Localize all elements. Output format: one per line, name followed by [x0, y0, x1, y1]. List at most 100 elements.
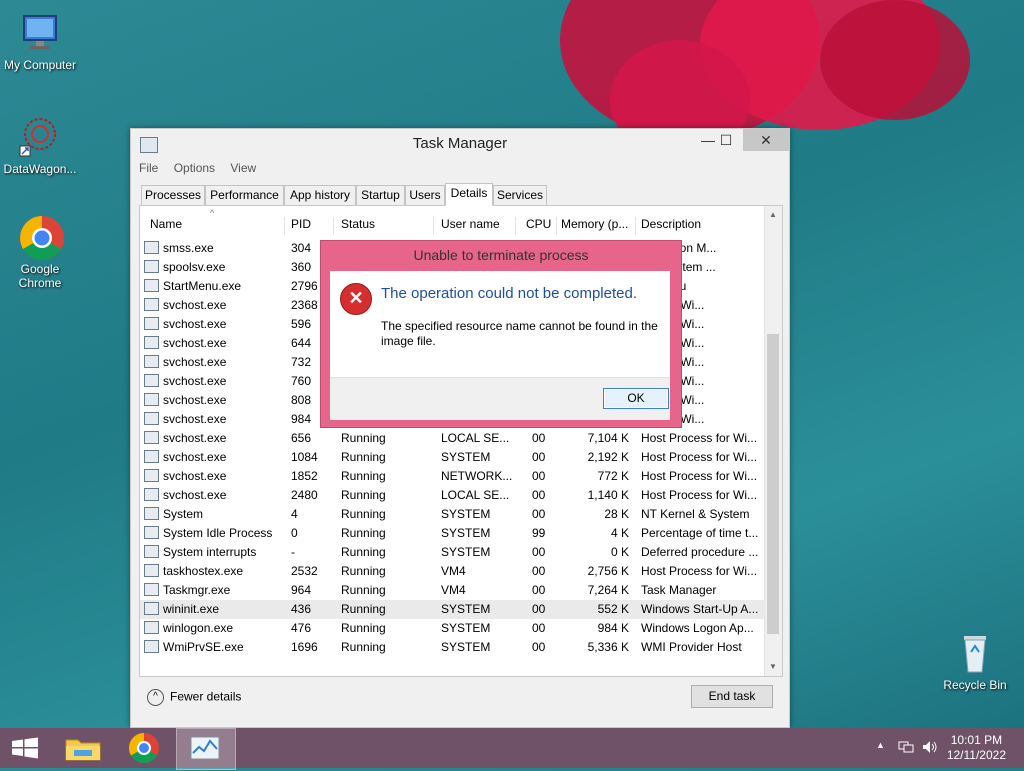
cell-memory: 4 K [610, 526, 629, 540]
cell-name: svchost.exe [163, 374, 227, 388]
table-row[interactable]: Taskmgr.exe 964 Running VM4 00 7,264 K Task Ma… [140, 581, 764, 600]
cell-status: Running [341, 640, 386, 654]
cell-pid: 656 [291, 431, 312, 445]
maximize-button[interactable]: ☐ [709, 129, 743, 151]
table-row[interactable]: taskhostex.exe 2532 Running VM4 00 2,756 K Hos… [140, 562, 764, 581]
menu-options[interactable]: Options [174, 161, 215, 175]
end-task-button[interactable]: End task [691, 685, 773, 708]
desktop-icon-label: Recycle Bin [943, 678, 1007, 692]
vertical-scrollbar[interactable]: ▲ ▼ [764, 206, 782, 676]
cell-memory: 552 K [597, 602, 629, 616]
desktop-icon-recycle-bin[interactable]: Recycle Bin [935, 630, 1015, 692]
cell-user-name: SYSTEM [441, 450, 491, 464]
cell-memory: 5,336 K [587, 640, 629, 654]
column-header-pid[interactable]: PID [291, 217, 334, 235]
table-row[interactable]: System interrupts - Running SYSTEM 00 0 K Defe… [140, 543, 764, 562]
computer-icon [18, 10, 62, 54]
tab-startup[interactable]: Startup [356, 185, 405, 206]
tab-services[interactable]: Services [493, 185, 547, 206]
cell-status: Running [341, 488, 386, 502]
cell-name: StartMenu.exe [163, 279, 242, 293]
error-icon: ✕ [340, 283, 372, 315]
cell-status: Running [341, 602, 386, 616]
tab-processes[interactable]: Processes [141, 185, 205, 206]
cell-pid: 4 [291, 507, 298, 521]
cell-status: Running [341, 545, 386, 559]
taskbar: ▲ 10:01 PM 12/11/2022 [0, 728, 1024, 770]
column-header-user-name[interactable]: User name [441, 217, 516, 235]
dialog-main-instruction: The operation could not be completed. [381, 285, 638, 302]
cell-name: svchost.exe [163, 336, 227, 350]
process-icon [144, 602, 159, 615]
table-row[interactable]: wininit.exe 436 Running SYSTEM 00 552 K Window… [140, 600, 764, 619]
folder-icon [65, 739, 101, 761]
taskbar-chrome[interactable] [115, 728, 173, 768]
table-row[interactable]: svchost.exe 1852 Running NETWORK... 00 772 K H… [140, 467, 764, 486]
cell-cpu: 00 [532, 545, 546, 559]
fewer-details-label: Fewer details [170, 689, 242, 704]
cell-name: WmiPrvSE.exe [163, 640, 244, 654]
taskbar-file-explorer[interactable] [54, 728, 112, 768]
task-manager-window: Task Manager — ☐ ✕ File Options View Pro… [130, 128, 790, 728]
cell-status: Running [341, 621, 386, 635]
cell-user-name: SYSTEM [441, 602, 491, 616]
cell-pid: - [291, 545, 295, 559]
table-row[interactable]: svchost.exe 2480 Running LOCAL SE... 00 1,140… [140, 486, 764, 505]
dialog-title: Unable to terminate process [413, 247, 589, 263]
table-row[interactable]: winlogon.exe 476 Running SYSTEM 00 984 K Windo… [140, 619, 764, 638]
desktop-icon-google-chrome[interactable]: Google Chrome [0, 214, 80, 290]
scrollbar-thumb[interactable] [767, 334, 779, 634]
tab-app-history[interactable]: App history [284, 185, 356, 206]
tab-performance[interactable]: Performance [205, 185, 284, 206]
ok-button[interactable]: OK [603, 388, 669, 409]
process-icon [144, 621, 159, 634]
process-icon [144, 317, 159, 330]
cell-name: svchost.exe [163, 431, 227, 445]
scroll-up-icon[interactable]: ▲ [769, 210, 777, 219]
column-header-memory[interactable]: Memory (p... [561, 217, 636, 235]
volume-icon[interactable] [922, 740, 938, 757]
taskbar-clock[interactable]: 10:01 PM 12/11/2022 [947, 733, 1006, 763]
chrome-icon [18, 214, 64, 260]
menu-view[interactable]: View [230, 161, 256, 175]
datawagon-icon [18, 114, 62, 158]
scroll-down-icon[interactable]: ▼ [769, 662, 777, 671]
table-row[interactable]: WmiPrvSE.exe 1696 Running SYSTEM 00 5,336 K WM… [140, 638, 764, 657]
show-hidden-icons-button[interactable]: ▲ [876, 740, 885, 750]
cell-user-name: SYSTEM [441, 507, 491, 521]
tab-users[interactable]: Users [405, 185, 445, 206]
menu-bar: File Options View [139, 161, 268, 179]
column-header-description[interactable]: Description [641, 217, 761, 235]
title-bar[interactable]: Task Manager — ☐ ✕ [131, 129, 789, 159]
cell-name: System [163, 507, 204, 521]
desktop-icon-my-computer[interactable]: My Computer [0, 10, 80, 72]
taskbar-task-manager[interactable] [176, 728, 236, 770]
desktop-icon-datawagon[interactable]: DataWagon... [0, 114, 80, 176]
column-header-cpu[interactable]: CPU [526, 217, 557, 235]
clock-date: 12/11/2022 [946, 748, 1006, 762]
close-button[interactable]: ✕ [743, 129, 789, 151]
column-header-status[interactable]: Status [341, 217, 434, 235]
cell-name: System interrupts [163, 545, 257, 559]
process-icon [144, 260, 159, 273]
cell-pid: 1852 [291, 469, 318, 483]
cell-status: Running [341, 450, 386, 464]
tab-details[interactable]: Details [445, 183, 493, 206]
cell-user-name: SYSTEM [441, 545, 491, 559]
table-row[interactable]: svchost.exe 656 Running LOCAL SE... 00 7,104 … [140, 429, 764, 448]
network-icon[interactable] [898, 740, 914, 757]
process-icon [144, 393, 159, 406]
process-icon [144, 298, 159, 311]
column-header-name[interactable]: Name [150, 217, 285, 235]
cell-description: Host Process for Wi... [641, 488, 758, 502]
process-icon [144, 640, 159, 653]
table-row[interactable]: svchost.exe 1084 Running SYSTEM 00 2,192 K Hos… [140, 448, 764, 467]
table-row[interactable]: System Idle Process 0 Running SYSTEM 99 4 K Pe… [140, 524, 764, 543]
process-icon [144, 241, 159, 254]
cell-cpu: 99 [532, 526, 546, 540]
cell-user-name: SYSTEM [441, 640, 491, 654]
fewer-details-link[interactable]: ^ Fewer details [147, 689, 241, 706]
menu-file[interactable]: File [139, 161, 158, 175]
start-button[interactable] [0, 728, 50, 768]
table-row[interactable]: System 4 Running SYSTEM 00 28 K NT Kernel & Sy… [140, 505, 764, 524]
